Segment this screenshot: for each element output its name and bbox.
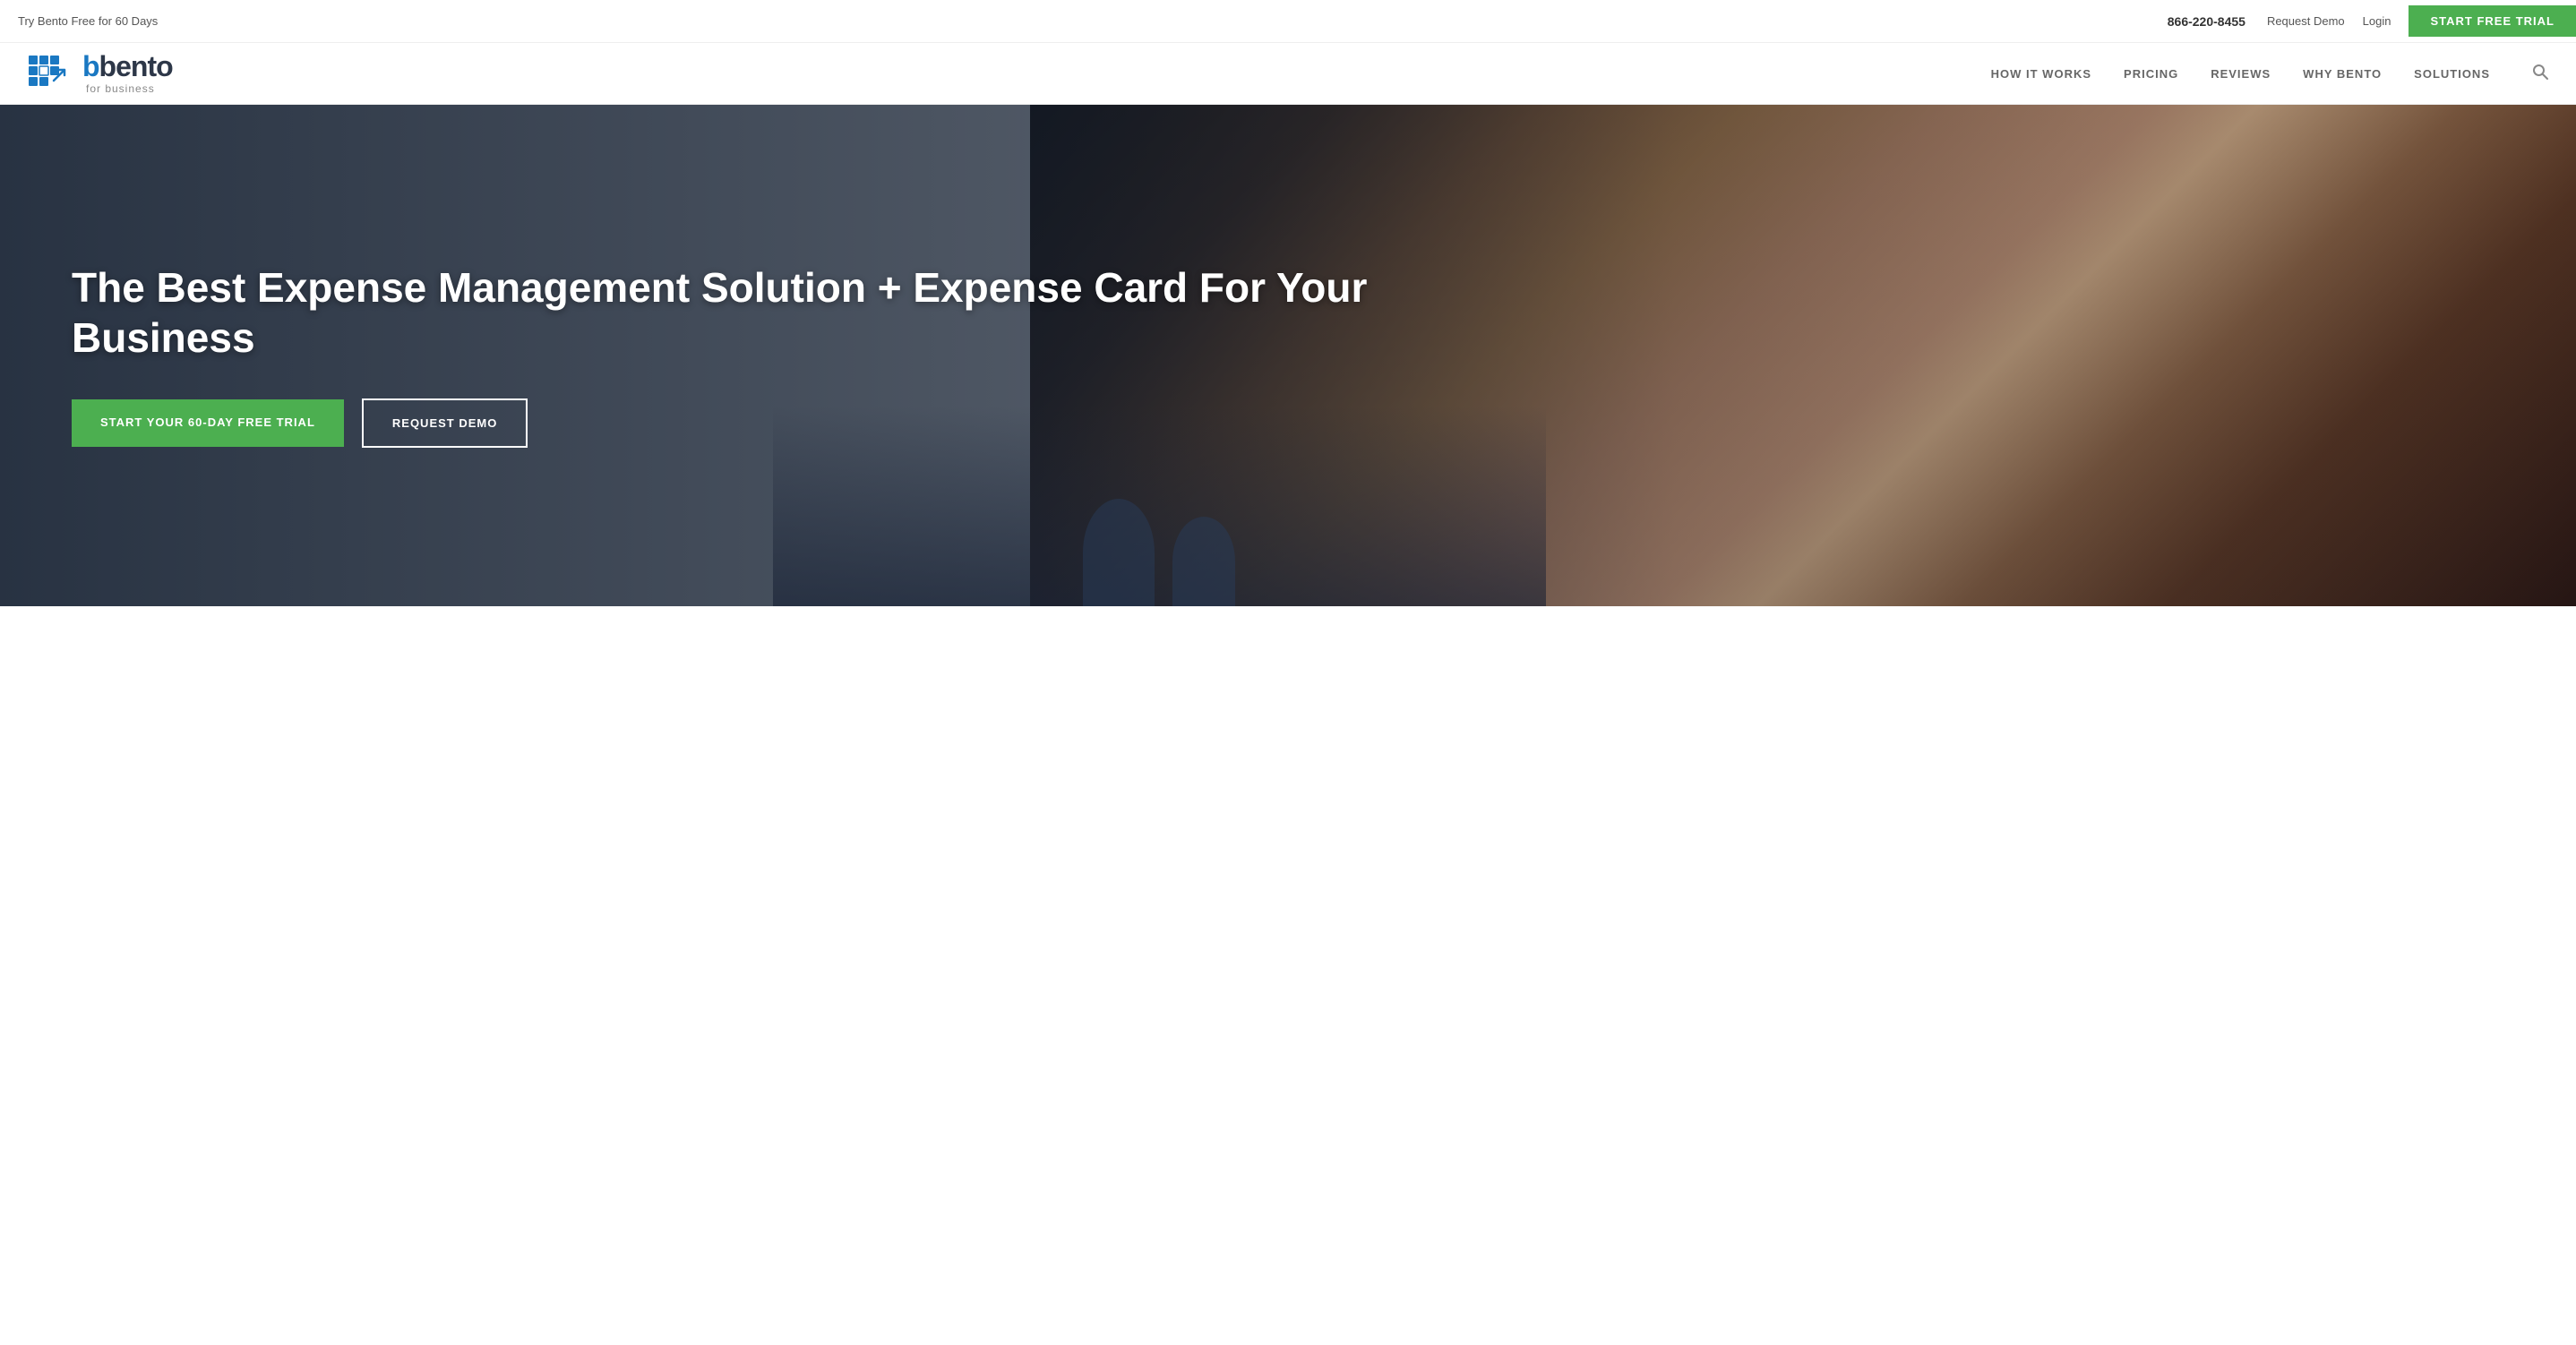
person-silhouette-1 — [1083, 499, 1155, 606]
logo-bento-text: bbento — [82, 52, 173, 81]
hero-buttons: START YOUR 60-DAY FREE TRIAL REQUEST DEM… — [72, 398, 1371, 448]
phone-number: 866-220-8455 — [2168, 14, 2245, 29]
nav-links: HOW IT WORKS PRICING REVIEWS WHY BENTO S… — [1991, 63, 2549, 85]
hero-content: The Best Expense Management Solution + E… — [0, 210, 1443, 501]
hero-title: The Best Expense Management Solution + E… — [72, 263, 1371, 362]
nav-pricing[interactable]: PRICING — [2124, 67, 2178, 81]
request-demo-link[interactable]: Request Demo — [2267, 14, 2345, 28]
trial-text: Try Bento Free for 60 Days — [18, 14, 158, 28]
logo-sub-text: for business — [86, 82, 173, 95]
nav-reviews[interactable]: REVIEWS — [2211, 67, 2271, 81]
person-silhouette-2 — [1172, 517, 1235, 606]
start-free-trial-button[interactable]: START FREE TRIAL — [2409, 5, 2576, 37]
nav-solutions[interactable]: SOLUTIONS — [2414, 67, 2490, 81]
bento-logo-icon — [27, 54, 73, 93]
logo-text: bbento for business — [82, 52, 173, 95]
search-icon[interactable] — [2531, 63, 2549, 85]
login-link[interactable]: Login — [2363, 14, 2391, 28]
navbar: bbento for business HOW IT WORKS PRICING… — [0, 43, 2576, 105]
nav-how-it-works[interactable]: HOW IT WORKS — [1991, 67, 2091, 81]
hero-section: The Best Expense Management Solution + E… — [0, 105, 2576, 606]
top-bar: Try Bento Free for 60 Days 866-220-8455 … — [0, 0, 2576, 43]
nav-why-bento[interactable]: WHY BENTO — [2303, 67, 2382, 81]
logo[interactable]: bbento for business — [27, 52, 173, 95]
hero-cta-primary[interactable]: START YOUR 60-DAY FREE TRIAL — [72, 399, 344, 447]
hero-cta-secondary[interactable]: REQUEST DEMO — [362, 398, 528, 448]
